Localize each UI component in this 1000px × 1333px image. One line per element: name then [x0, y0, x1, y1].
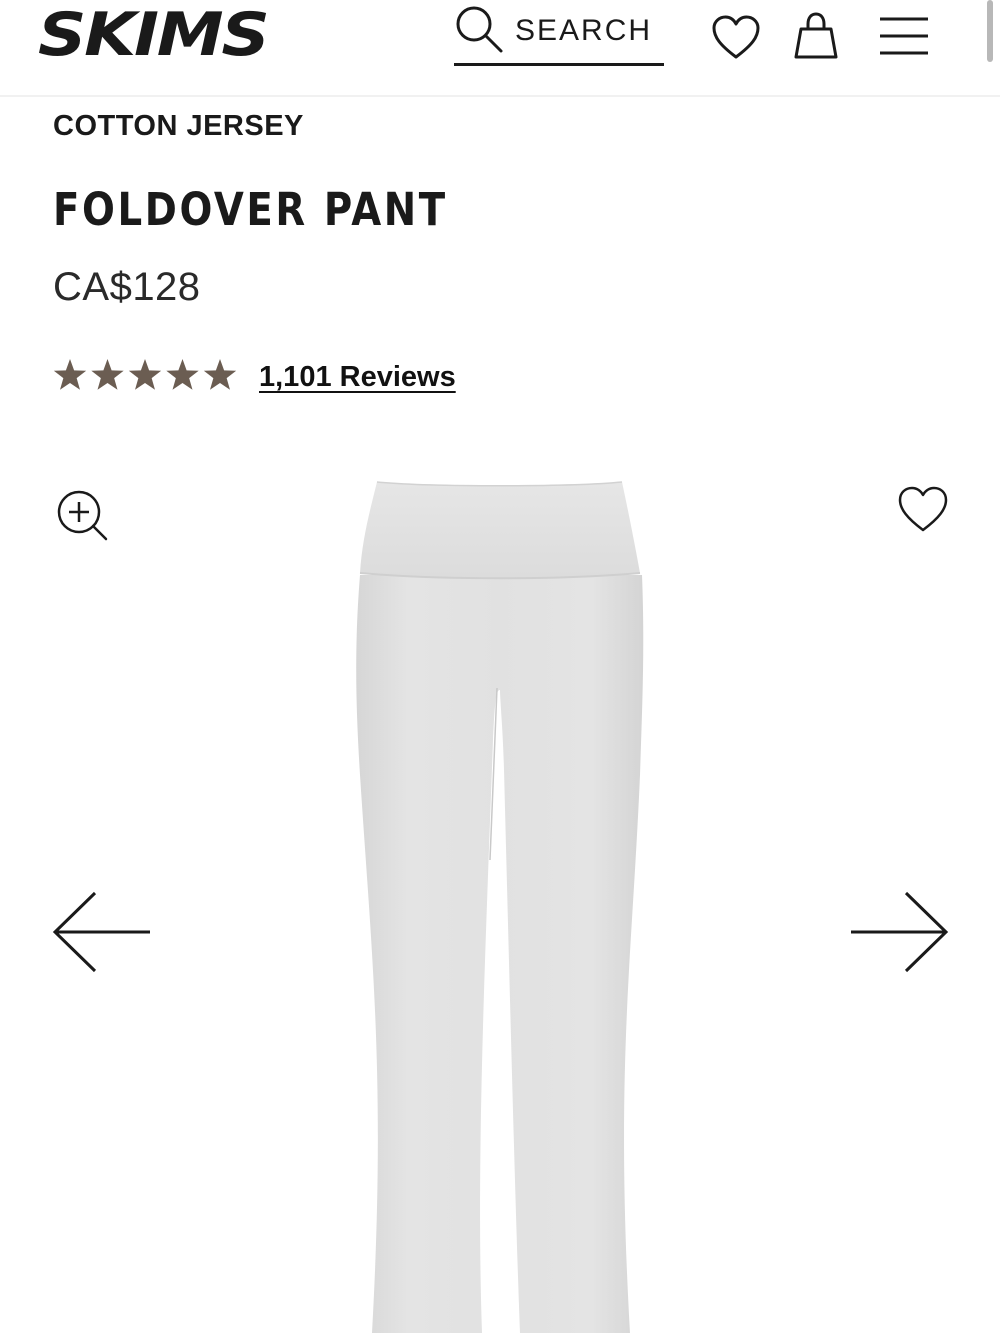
zoom-button[interactable] — [55, 488, 109, 547]
site-header: SKIMS SEARCH — [0, 0, 1000, 97]
zoom-in-icon — [57, 490, 108, 541]
bag-icon — [794, 12, 838, 59]
previous-image-button[interactable] — [52, 890, 154, 979]
search-label: SEARCH — [515, 14, 653, 47]
menu-button[interactable] — [878, 16, 930, 61]
skims-logo[interactable]: SKIMS — [38, 0, 293, 70]
star-icon — [53, 359, 87, 390]
product-gallery — [0, 440, 1000, 1333]
menu-icon — [880, 17, 928, 55]
heart-icon — [898, 486, 948, 532]
star-icon — [128, 359, 162, 390]
product-price: CA$128 — [53, 265, 201, 309]
next-image-button[interactable] — [848, 890, 950, 979]
rating-stars — [53, 359, 237, 390]
wishlist-button[interactable] — [712, 15, 760, 66]
pant-waistband — [360, 482, 640, 579]
arrow-left-icon — [52, 891, 150, 973]
heart-icon — [712, 15, 760, 59]
reviews-link[interactable]: 1,101 Reviews — [259, 361, 456, 394]
star-rating — [53, 359, 237, 390]
arrow-right-icon — [851, 891, 949, 973]
search-field[interactable]: SEARCH — [454, 2, 664, 66]
pant-legs — [356, 575, 644, 1333]
star-icon — [166, 359, 199, 390]
product-image[interactable] — [0, 440, 1000, 1333]
star-icon — [203, 359, 237, 390]
cart-button[interactable] — [793, 12, 839, 65]
product-collection[interactable]: COTTON JERSEY — [53, 110, 304, 143]
page-scrollbar[interactable] — [987, 0, 993, 62]
gallery-wishlist-button[interactable] — [898, 486, 948, 539]
star-icon — [91, 359, 124, 390]
product-title: FOLDOVER PANT — [53, 183, 448, 236]
search-icon — [456, 6, 503, 53]
logo-text: SKIMS — [38, 0, 270, 70]
